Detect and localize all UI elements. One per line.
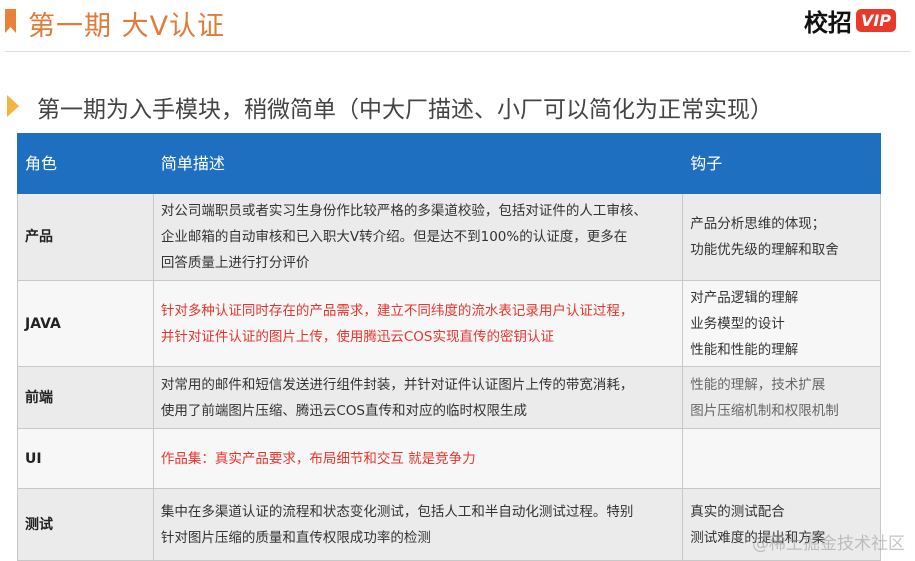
description-line: 企业邮箱的自动审核和已入职大V转介绍。但是达不到100%的认证度，更多在 — [160, 229, 628, 245]
subtitle: 第一期为入手模块，稍微简单（中大厂描述、小厂可以简化为正常实现） — [37, 97, 773, 123]
header-desc: 简单描述 — [152, 133, 684, 194]
description-line: 作品集：真实产品要求，布局细节和交互 就是竞争力 — [160, 450, 476, 467]
hook-cell: 性能的理解，技术扩展 图片压缩机制和权限机制 — [682, 366, 881, 429]
role-cell: 测试 — [17, 488, 154, 561]
hook-cell — [682, 428, 881, 489]
table-row: 前端 对常用的邮件和短信发送进行组件封装，并针对证件认证图片上传的带宽消耗， 使用了… — [17, 366, 881, 429]
triangle-bullet-icon — [7, 95, 19, 117]
role-cell: 前端 — [17, 366, 154, 429]
page-title: 第一期 大V认证 — [28, 11, 226, 42]
description-line: 回答质量上进行打分评价 — [160, 255, 310, 271]
description-line: 使用了前端图片压缩、腾迅云COS直传和对应的临时权限生成 — [160, 402, 527, 419]
hook-line: 业务模型的设计 — [690, 315, 785, 332]
table-row: JAVA 针对多种认证同时存在的产品需求，建立不同纬度的流水表记录用户认证过程， 并… — [17, 280, 881, 367]
description-line: 集中在多渠道认证的流程和状态变化测试，包括人工和半自动化测试过程。特别 — [160, 503, 634, 520]
divider — [5, 51, 910, 52]
description-line: 针对图片压缩的质量和直传权限成功率的检测 — [160, 529, 431, 546]
hook-cell: 对产品逻辑的理解 业务模型的设计 性能和性能的理解 — [682, 280, 881, 367]
logo-text: 校招 — [803, 9, 852, 37]
header-role: 角色 — [17, 133, 154, 194]
hook-line: 真实的测试配合 — [690, 503, 785, 520]
vip-badge: VIP — [855, 9, 896, 32]
hook-line: 图片压缩机制和权限机制 — [690, 402, 839, 419]
description-cell: 对常用的邮件和短信发送进行组件封装，并针对证件认证图片上传的带宽消耗， 使用了前端… — [152, 366, 684, 429]
logo: 校招 VIP — [804, 3, 896, 38]
hook-line: 产品分析思维的体现； — [690, 216, 826, 232]
bookmark-icon — [5, 9, 16, 33]
watermark: @稀土掘金技术社区 — [752, 534, 905, 554]
hook-line: 性能和性能的理解 — [690, 341, 799, 358]
role-cell: JAVA — [17, 280, 154, 367]
role-cell: 产品 — [17, 193, 154, 281]
hook-line: 性能的理解，技术扩展 — [690, 376, 826, 393]
hook-line: 对产品逻辑的理解 — [690, 289, 799, 306]
table-row: UI 作品集：真实产品要求，布局细节和交互 就是竞争力 — [17, 428, 881, 489]
header-hook: 钩子 — [682, 133, 881, 194]
roles-table: 角色 简单描述 钩子 产品 对公司端职员或者实习生身份作比较严格的多渠道校验，包括… — [17, 133, 881, 561]
description-cell: 对公司端职员或者实习生身份作比较严格的多渠道校验，包括对证件的人工审核、 企业邮箱… — [152, 193, 684, 281]
description-line: 并针对证件认证的图片上传，使用腾迅云COS实现直传的密钥认证 — [160, 328, 554, 345]
description-line: 对常用的邮件和短信发送进行组件封装，并针对证件认证图片上传的带宽消耗， — [160, 376, 634, 393]
hook-cell: 产品分析思维的体现； 功能优先级的理解和取舍 — [682, 193, 881, 281]
description-line: 针对多种认证同时存在的产品需求，建立不同纬度的流水表记录用户认证过程， — [160, 302, 634, 319]
description-cell: 集中在多渠道认证的流程和状态变化测试，包括人工和半自动化测试过程。特别 针对图片压… — [152, 488, 684, 561]
description-cell: 作品集：真实产品要求，布局细节和交互 就是竞争力 — [152, 428, 684, 489]
description-line: 对公司端职员或者实习生身份作比较严格的多渠道校验，包括对证件的人工审核、 — [160, 203, 647, 219]
table-row: 产品 对公司端职员或者实习生身份作比较严格的多渠道校验，包括对证件的人工审核、 企业… — [17, 193, 881, 281]
hook-line: 功能优先级的理解和取舍 — [690, 242, 839, 258]
role-cell: UI — [17, 428, 154, 489]
description-cell: 针对多种认证同时存在的产品需求，建立不同纬度的流水表记录用户认证过程， 并针对证件… — [152, 280, 684, 367]
